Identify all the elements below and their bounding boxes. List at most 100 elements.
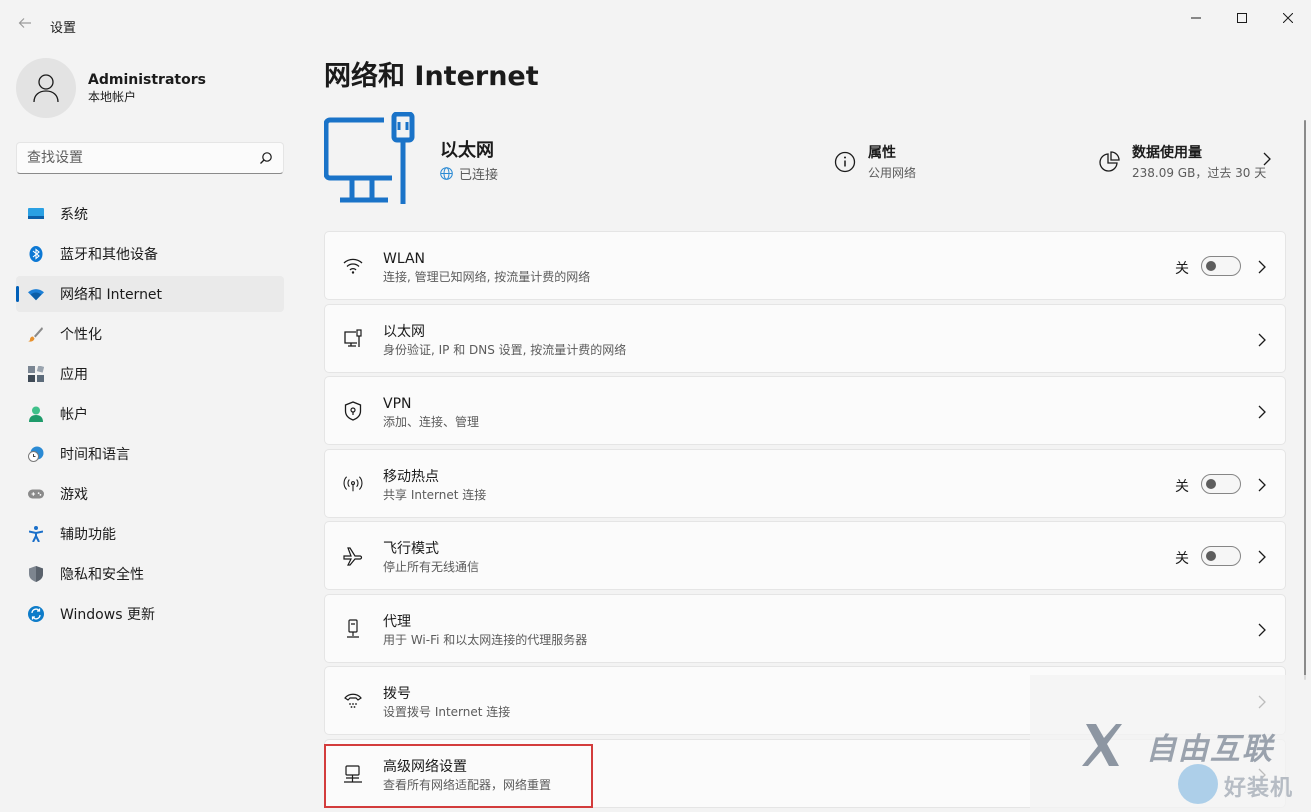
profile-account-type: 本地帐户 — [88, 90, 137, 104]
accessibility-icon — [28, 526, 44, 542]
search-box[interactable] — [16, 142, 284, 174]
scrollbar[interactable] — [1304, 120, 1306, 680]
sidebar-nav: 系统 蓝牙和其他设备 网络和 Internet 个性化 应用 帐户 时间和语言 … — [16, 196, 284, 636]
shield-icon — [28, 566, 44, 582]
user-icon — [33, 74, 59, 103]
sidebar-item-label: 蓝牙和其他设备 — [60, 247, 158, 263]
card-title: WLAN — [383, 251, 426, 267]
card-title: 以太网 — [383, 323, 425, 340]
wlan-toggle[interactable] — [1201, 256, 1241, 276]
sidebar-item-accessibility[interactable]: 辅助功能 — [16, 516, 284, 552]
card-mobile-hotspot[interactable]: 移动热点 共享 Internet 连接 关 — [324, 448, 1286, 518]
dialup-icon — [343, 691, 363, 711]
vpn-shield-icon — [343, 401, 363, 421]
chevron-right-icon — [1258, 550, 1266, 564]
watermark-circle — [1178, 764, 1218, 804]
bluetooth-icon — [28, 246, 44, 262]
watermark-text-2: 好装机 — [1224, 776, 1294, 801]
chevron-right-icon — [1258, 405, 1266, 419]
ethernet-icon — [343, 328, 363, 349]
card-subtitle: 设置拨号 Internet 连接 — [383, 705, 511, 719]
gamepad-icon — [28, 486, 44, 502]
sidebar-item-label: Windows 更新 — [60, 607, 155, 623]
sidebar-item-label: 辅助功能 — [60, 527, 116, 543]
card-subtitle: 身份验证, IP 和 DNS 设置, 按流量计费的网络 — [383, 342, 627, 357]
update-icon — [28, 606, 44, 622]
hero-status-text: 已连接 — [459, 168, 499, 183]
card-title: 高级网络设置 — [383, 758, 467, 775]
sidebar-item-network[interactable]: 网络和 Internet — [16, 276, 284, 312]
minimize-button[interactable] — [1173, 6, 1219, 30]
card-wlan[interactable]: WLAN 连接, 管理已知网络, 按流量计费的网络 关 — [324, 231, 1286, 300]
search-input[interactable] — [17, 143, 247, 173]
back-arrow-icon[interactable] — [14, 14, 36, 36]
search-icon[interactable] — [259, 151, 273, 165]
sidebar-item-gaming[interactable]: 游戏 — [16, 476, 284, 512]
clock-globe-icon — [28, 446, 44, 462]
data-usage-label: 数据使用量 — [1132, 145, 1202, 161]
sidebar-item-bluetooth[interactable]: 蓝牙和其他设备 — [16, 236, 284, 272]
card-subtitle: 共享 Internet 连接 — [383, 487, 487, 502]
sidebar-item-windows-update[interactable]: Windows 更新 — [16, 596, 284, 632]
sidebar-item-privacy[interactable]: 隐私和安全性 — [16, 556, 284, 592]
close-button[interactable] — [1265, 6, 1311, 30]
sidebar-item-apps[interactable]: 应用 — [16, 356, 284, 392]
account-icon — [28, 406, 44, 422]
card-ethernet[interactable]: 以太网 身份验证, IP 和 DNS 设置, 按流量计费的网络 — [324, 303, 1286, 373]
sidebar-item-label: 游戏 — [60, 487, 88, 503]
sidebar-item-accounts[interactable]: 帐户 — [16, 396, 284, 432]
sidebar-item-label: 网络和 Internet — [60, 287, 163, 303]
toggle-state-label: 关 — [1175, 261, 1189, 277]
app-title: 设置 — [50, 21, 77, 36]
brush-icon — [28, 326, 44, 342]
minimize-icon — [1191, 17, 1201, 19]
sidebar-item-label: 帐户 — [60, 407, 88, 423]
info-icon — [834, 151, 856, 172]
sidebar-item-personalization[interactable]: 个性化 — [16, 316, 284, 352]
hotspot-toggle[interactable] — [1201, 473, 1241, 494]
chevron-right-icon[interactable] — [1262, 152, 1272, 166]
card-subtitle: 连接, 管理已知网络, 按流量计费的网络 — [383, 270, 591, 284]
watermark-logo — [1082, 724, 1122, 766]
data-usage-sub: 238.09 GB，过去 30 天 — [1132, 166, 1267, 180]
card-title: 拨号 — [383, 686, 411, 702]
sidebar-item-time-language[interactable]: 时间和语言 — [16, 436, 284, 472]
profile-name: Administrators — [88, 72, 206, 88]
card-vpn[interactable]: VPN 添加、连接、管理 — [324, 376, 1286, 445]
airplane-mode-toggle[interactable] — [1201, 546, 1241, 566]
card-proxy[interactable]: 代理 用于 Wi-Fi 和以太网连接的代理服务器 — [324, 593, 1286, 663]
sidebar-item-label: 隐私和安全性 — [60, 567, 144, 583]
hotspot-icon — [343, 474, 363, 494]
user-profile[interactable]: Administrators 本地帐户 — [16, 58, 206, 118]
avatar — [16, 58, 76, 118]
card-subtitle: 停止所有无线通信 — [383, 560, 480, 574]
card-title: VPN — [383, 396, 412, 412]
card-title: 移动热点 — [383, 468, 439, 485]
watermark-text: 自由互联 — [1146, 732, 1274, 767]
pie-chart-icon — [1099, 150, 1120, 172]
data-usage-button[interactable]: 数据使用量 238.09 GB，过去 30 天 — [1098, 142, 1266, 181]
maximize-button[interactable] — [1219, 6, 1265, 30]
card-title: 飞行模式 — [383, 541, 439, 557]
ethernet-hero: 以太网 已连接 属性 公用网络 数据使用量 238.09 GB，过去 30 天 — [324, 112, 1286, 208]
card-airplane-mode[interactable]: 飞行模式 停止所有无线通信 关 — [324, 521, 1286, 590]
chevron-right-icon — [1258, 260, 1266, 274]
system-icon — [28, 206, 44, 222]
properties-button[interactable]: 属性 公用网络 — [834, 142, 916, 181]
hero-status: 已连接 — [440, 164, 498, 183]
sidebar-item-label: 系统 — [60, 207, 88, 223]
title-bar: 设置 — [0, 0, 1311, 48]
properties-label: 属性 — [868, 145, 896, 161]
wifi-icon — [343, 256, 363, 276]
wifi-icon — [28, 286, 44, 302]
hero-connection-name: 以太网 — [440, 140, 494, 161]
properties-sub: 公用网络 — [868, 166, 917, 180]
sidebar-item-system[interactable]: 系统 — [16, 196, 284, 232]
card-subtitle: 用于 Wi-Fi 和以太网连接的代理服务器 — [383, 632, 588, 647]
card-subtitle: 查看所有网络适配器，网络重置 — [383, 777, 552, 792]
close-icon — [1283, 13, 1293, 23]
chevron-right-icon — [1258, 623, 1266, 636]
chevron-right-icon — [1258, 478, 1266, 491]
sidebar-item-label: 时间和语言 — [60, 447, 130, 463]
airplane-icon — [343, 546, 363, 566]
